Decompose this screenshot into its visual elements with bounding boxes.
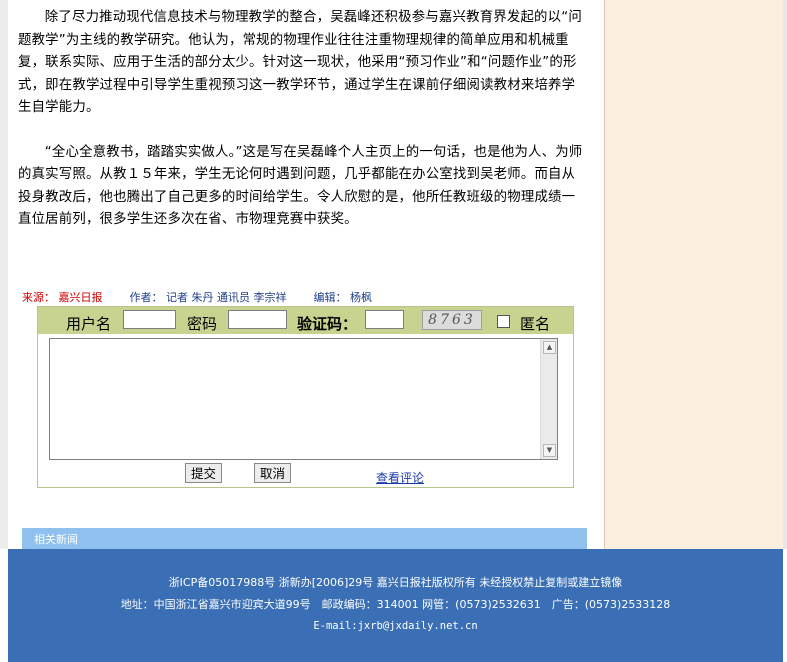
article-meta: 来源： 嘉兴日报 作者： 记者 朱丹 通讯员 李宗祥 编辑： 杨枫: [22, 289, 372, 305]
right-sidebar-panel: [604, 0, 787, 549]
username-label: 用户名: [66, 315, 112, 333]
captcha-image: 8763: [422, 310, 482, 330]
anonymous-checkbox[interactable]: [497, 315, 510, 328]
comment-scrollbar[interactable]: ▲ ▼: [540, 339, 557, 459]
footer-license-line: 浙ICP备05017988号 浙新办[2006]29号 嘉兴日报社版权所有 未经…: [168, 576, 623, 589]
footer-email-line: E-mail:jxrb@jxdaily.net.cn: [313, 620, 478, 632]
scroll-up-icon[interactable]: ▲: [543, 341, 556, 354]
captcha-label: 验证码：: [297, 315, 358, 333]
scroll-down-icon[interactable]: ▼: [543, 444, 556, 457]
editor-value: 杨枫: [350, 291, 372, 304]
editor-label: 编辑：: [313, 291, 347, 304]
captcha-input[interactable]: [365, 310, 404, 329]
right-edge-strip: [783, 0, 787, 549]
cancel-button[interactable]: 取消: [254, 463, 291, 483]
anonymous-label: 匿名: [520, 315, 551, 333]
submit-button[interactable]: 提交: [185, 463, 222, 483]
site-footer: 浙ICP备05017988号 浙新办[2006]29号 嘉兴日报社版权所有 未经…: [8, 549, 783, 662]
comment-textarea[interactable]: ▲ ▼: [49, 338, 558, 460]
footer-address-line: 地址：中国浙江省嘉兴市迎宾大道99号 邮政编码：314001 网管：(0573)…: [120, 598, 671, 611]
article-paragraph: “全心全意教书，踏踏实实做人。”这是写在吴磊峰个人主页上的一句话，也是他为人、为…: [18, 144, 583, 228]
author-value: 记者 朱丹 通讯员 李宗祥: [166, 291, 287, 304]
view-comments-link[interactable]: 查看评论: [376, 469, 424, 486]
password-input[interactable]: [228, 310, 287, 329]
related-news-title: 相关新闻: [34, 533, 78, 546]
author-label: 作者：: [129, 291, 163, 304]
related-news-bar: 相关新闻: [22, 528, 587, 549]
username-input[interactable]: [123, 310, 176, 329]
article-paragraph: 除了尽力推动现代信息技术与物理教学的整合，吴磊峰还积极参与嘉兴教育界发起的以“问…: [18, 10, 582, 115]
left-margin-strip: [0, 0, 8, 549]
article-body: 除了尽力推动现代信息技术与物理教学的整合，吴磊峰还积极参与嘉兴教育界发起的以“问…: [18, 7, 584, 232]
source-value: 嘉兴日报: [58, 291, 103, 304]
source-label: 来源：: [22, 291, 55, 304]
comment-form: 用户名 密码 验证码： 8763 匿名 ▲ ▼ 提交 取消 查看评论: [37, 306, 574, 488]
password-label: 密码: [187, 315, 218, 333]
comment-form-header: 用户名 密码 验证码： 8763 匿名: [38, 307, 573, 334]
